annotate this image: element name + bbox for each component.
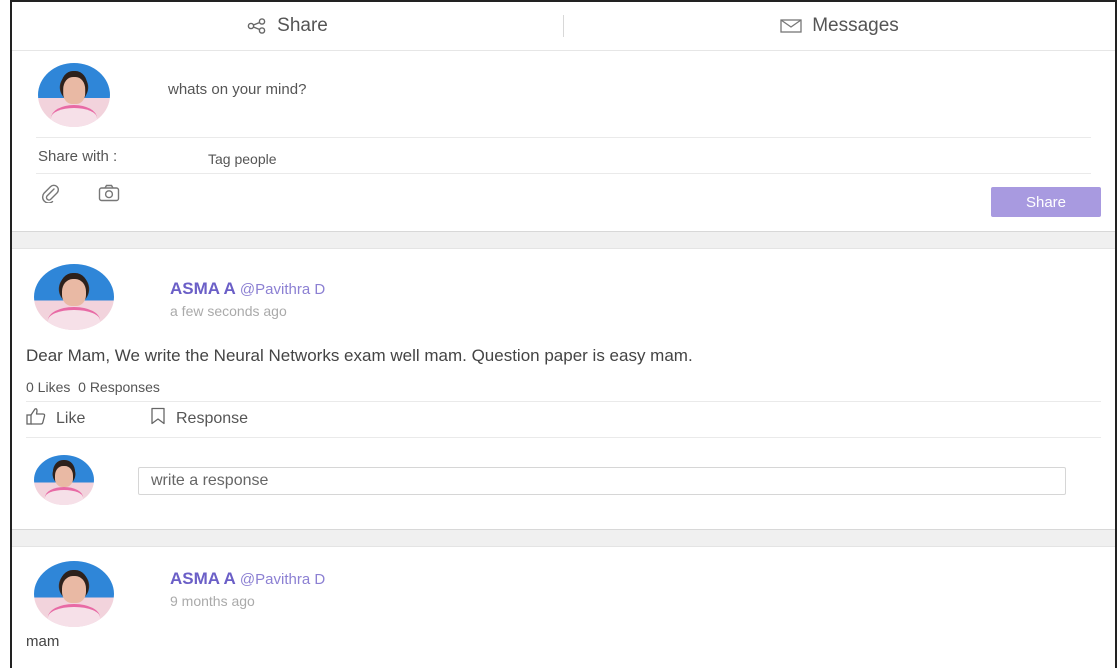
tagged-user[interactable]: @Pavithra D xyxy=(240,281,325,298)
envelope-icon xyxy=(780,18,802,34)
responses-count[interactable]: 0 Responses xyxy=(78,379,160,395)
like-button[interactable]: Like xyxy=(26,407,85,430)
feed-post: ASMA A @Pavithra D a few seconds ago Dea… xyxy=(12,249,1115,529)
post-author[interactable]: ASMA A @Pavithra D xyxy=(170,569,325,589)
likes-count[interactable]: 0 Likes xyxy=(26,379,70,395)
share-button[interactable]: Share xyxy=(991,187,1101,217)
camera-icon[interactable] xyxy=(98,184,120,207)
post-composer: whats on your mind? Share with : Tag peo… xyxy=(12,51,1115,232)
author-name[interactable]: ASMA A xyxy=(170,569,235,588)
divider xyxy=(26,401,1101,402)
divider xyxy=(36,173,1091,174)
thumbs-up-icon xyxy=(26,407,46,430)
divider xyxy=(26,437,1101,438)
share-with-label: Share with : xyxy=(38,148,118,165)
avatar xyxy=(34,561,114,627)
tab-share-label: Share xyxy=(277,15,328,36)
share-icon xyxy=(247,18,267,34)
tab-bar: Share Messages xyxy=(12,2,1115,51)
feed-panel: Share Messages whats on your mind? Share… xyxy=(10,0,1117,668)
tab-messages[interactable]: Messages xyxy=(564,15,1115,37)
avatar xyxy=(34,455,94,505)
post-author[interactable]: ASMA A @Pavithra D xyxy=(170,279,325,299)
post-timestamp: a few seconds ago xyxy=(170,303,287,319)
bookmark-icon xyxy=(150,407,166,430)
avatar xyxy=(34,264,114,330)
response-label: Response xyxy=(176,409,249,427)
response-input[interactable] xyxy=(138,467,1066,495)
post-counts: 0 Likes 0 Responses xyxy=(26,379,160,395)
post-timestamp: 9 months ago xyxy=(170,593,255,609)
tab-messages-label: Messages xyxy=(812,15,899,36)
feed-separator xyxy=(12,232,1115,249)
post-text: mam xyxy=(26,633,60,650)
feed-post: ASMA A @Pavithra D 9 months ago mam xyxy=(12,547,1115,668)
tab-share[interactable]: Share xyxy=(12,15,563,37)
post-text: Dear Mam, We write the Neural Networks e… xyxy=(26,346,693,365)
avatar xyxy=(38,63,110,127)
divider xyxy=(36,137,1091,138)
feed-separator xyxy=(12,529,1115,547)
response-button[interactable]: Response xyxy=(150,407,248,430)
author-name[interactable]: ASMA A xyxy=(170,279,235,298)
tag-people-button[interactable]: Tag people xyxy=(208,151,277,167)
tagged-user[interactable]: @Pavithra D xyxy=(240,571,325,588)
status-input[interactable]: whats on your mind? xyxy=(168,81,306,98)
paperclip-icon[interactable] xyxy=(40,183,60,208)
like-label: Like xyxy=(56,409,86,427)
